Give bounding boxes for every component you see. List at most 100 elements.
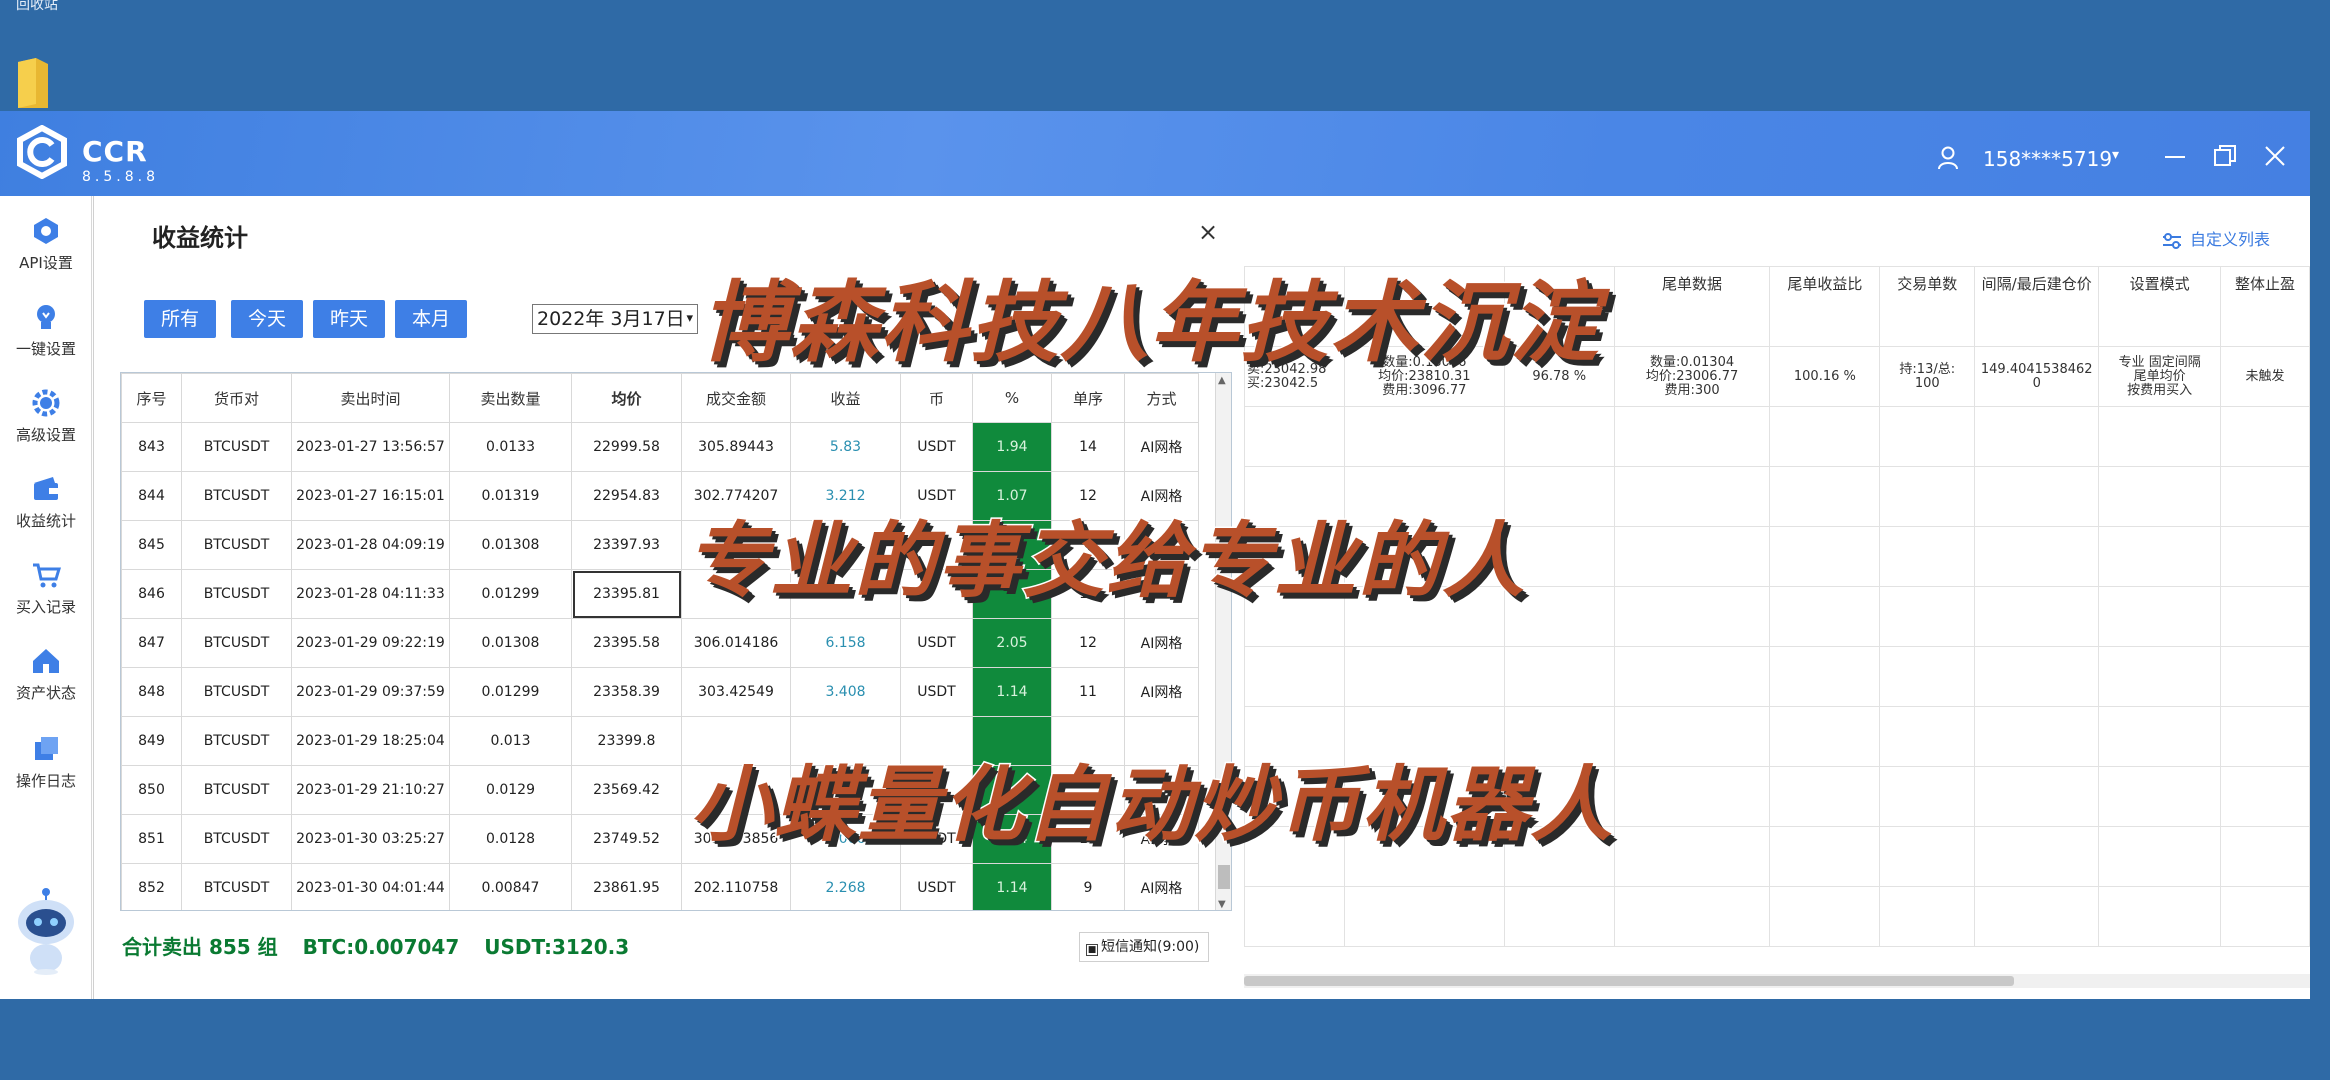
filter-yesterday-button[interactable]: 昨天 [313,300,385,338]
horizontal-scrollbar[interactable] [1244,974,2310,988]
table-cell: 2023-01-30 03:25:27 [291,814,450,864]
user-icon [1938,146,1958,170]
table-row[interactable]: 848 BTCUSDT 2023-01-29 09:37:59 0.01299 2335… [121,667,1199,717]
gear-icon [32,389,60,417]
table-cell: 851 [121,814,182,864]
table-cell: USDT [900,667,973,717]
date-picker[interactable]: 2022年 3月17日 ▾ [532,304,698,334]
table-cell: 6.158 [790,618,901,668]
sidebar-item-label: 高级设置 [15,426,76,444]
table-cell: 未触发 [2220,346,2310,407]
sidebar-item-api[interactable]: API设置 [0,216,92,296]
table-row[interactable]: 843 BTCUSDT 2023-01-27 13:56:57 0.0133 22999… [121,422,1199,472]
sidebar: API设置 一键设置 高级设置 收益统计 买入记录 资产状态 操作日志 [0,196,92,999]
table-cell: 1.94 [972,422,1052,472]
close-window-icon[interactable] [2260,141,2290,171]
table-cell: USDT [900,422,973,472]
column-header[interactable]: 收益 [790,373,901,423]
column-header[interactable]: 卖出时间 [291,373,450,423]
table-cell: 持:13/总: 100 [1879,346,1976,407]
sidebar-item-operation-log[interactable]: 操作日志 [0,734,92,814]
checkbox-icon[interactable]: ■ [1086,944,1098,956]
chevron-down-icon[interactable]: ▼ [1218,899,1226,910]
column-header[interactable]: 序号 [121,373,182,423]
table-cell: 23861.95 [571,863,682,910]
table-cell: 23358.39 [571,667,682,717]
restore-icon[interactable] [2210,141,2240,171]
table-cell: 2023-01-29 18:25:04 [291,716,450,766]
folder-icon[interactable] [16,56,50,110]
column-header[interactable]: 方式 [1124,373,1199,423]
column-header[interactable]: 成交金额 [681,373,791,423]
home-icon [33,649,59,673]
sidebar-item-buy-records[interactable]: 买入记录 [0,560,92,640]
table-cell: 843 [121,422,182,472]
table-cell: 3.408 [790,667,901,717]
user-phone[interactable]: 158****5719 [1983,147,2112,171]
table-cell: 848 [121,667,182,717]
table-cell: 5.83 [790,422,901,472]
table-cell: 2023-01-27 13:56:57 [291,422,450,472]
dialog-close-button[interactable]: × [1198,218,1218,246]
table-cell: 专业 固定间隔 尾单均价 按费用买入 [2098,346,2222,407]
table-cell: 12 [1051,618,1125,668]
chevron-down-icon[interactable]: ▾ [686,305,693,333]
sidebar-item-label: 收益统计 [15,512,76,530]
table-row[interactable]: 852 BTCUSDT 2023-01-30 04:01:44 0.00847 2386… [121,863,1199,910]
column-header[interactable]: 卖出数量 [449,373,572,423]
api-settings-icon [34,218,58,244]
sidebar-item-profit-stats[interactable]: 收益统计 [0,474,92,554]
custom-columns-button[interactable]: 自定义列表 [2162,226,2270,250]
table-cell: 844 [121,471,182,521]
table-row[interactable]: 847 BTCUSDT 2023-01-29 09:22:19 0.01308 2339… [121,618,1199,668]
sidebar-item-quick-setup[interactable]: 一键设置 [0,302,92,382]
filter-month-button[interactable]: 本月 [395,300,467,338]
table-cell: 2023-01-29 09:22:19 [291,618,450,668]
table-cell: 100.16 % [1769,346,1881,407]
table-cell: 850 [121,765,182,815]
summary-usdt: USDT:3120.3 [484,935,630,959]
column-header[interactable]: 货币对 [181,373,292,423]
table-cell: 0.0128 [449,814,572,864]
table-cell: USDT [900,863,973,910]
column-header: 交易单数 [1879,266,1976,347]
table-row [1244,406,2310,467]
sms-notify-checkbox[interactable]: ■ 短信通知(9:00) [1079,932,1209,962]
table-cell: 数量:0.01304 均价:23006.77 费用:300 [1613,346,1771,407]
table-cell: 0.0129 [449,765,572,815]
table-row [1244,886,2310,947]
table-cell: 2023-01-28 04:11:33 [291,569,450,619]
column-header[interactable]: 均价 [571,373,682,423]
sidebar-item-advanced[interactable]: 高级设置 [0,388,92,468]
sidebar-item-asset-status[interactable]: 资产状态 [0,646,92,726]
table-header-row: 序号 货币对 卖出时间 卖出数量 均价 成交金额 收益币% 单序 方式 [121,373,1199,423]
ccr-logo-icon [17,125,67,179]
table-cell: 9 [1051,863,1125,910]
summary-total: 合计卖出 855 组 [122,935,278,959]
table-cell: BTCUSDT [181,765,292,815]
table-cell: BTCUSDT [181,618,292,668]
filter-today-button[interactable]: 今天 [231,300,303,338]
summary-bar: 合计卖出 855 组 BTC:0.007047 USDT:3120.3 [122,931,647,960]
column-header[interactable]: % [972,373,1052,423]
filter-all-button[interactable]: 所有 [144,300,216,338]
robot-assistant-icon[interactable] [14,886,78,976]
table-cell: 149.4041538462 0 [1974,346,2100,407]
summary-btc: BTC:0.007047 [302,935,460,959]
table-cell: 22999.58 [571,422,682,472]
table-cell: 1.14 [972,667,1052,717]
table-cell: 2023-01-28 04:09:19 [291,520,450,570]
table-cell: 2023-01-29 21:10:27 [291,765,450,815]
app-version: 8.5.8.8 [82,169,159,185]
table-cell: 23749.52 [571,814,682,864]
column-header[interactable]: 币 [900,373,973,423]
minimize-icon[interactable] [2160,141,2190,171]
scrollbar-thumb[interactable] [1244,976,2014,986]
column-header[interactable]: 单序 [1051,373,1125,423]
table-cell: 305.89443 [681,422,791,472]
table-cell: 847 [121,618,182,668]
user-menu-caret-icon[interactable]: ▾ [2112,147,2119,163]
dialog-title: 收益统计 [152,224,248,252]
table-cell: BTCUSDT [181,814,292,864]
scrollbar-thumb[interactable] [1218,865,1230,889]
